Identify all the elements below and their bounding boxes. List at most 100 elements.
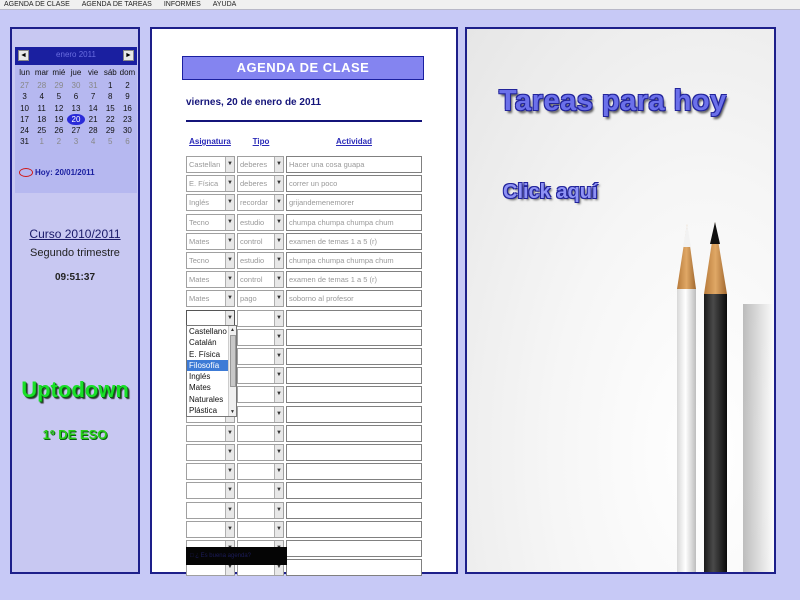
calendar-day[interactable]: 21 <box>85 114 102 125</box>
dropdown-arrow-icon[interactable]: ▼ <box>225 521 234 537</box>
type-select[interactable]: deberes ▼ <box>237 175 284 193</box>
dropdown-arrow-icon[interactable]: ▼ <box>274 521 283 537</box>
column-header-subject[interactable]: Asignatura <box>186 137 234 146</box>
menu-agenda-clase[interactable]: AGENDA DE CLASE <box>4 1 70 8</box>
dropdown-arrow-icon[interactable]: ▼ <box>274 272 283 288</box>
activity-field[interactable]: examen de temas 1 a 5 (r) <box>286 232 422 250</box>
calendar-day[interactable]: 11 <box>33 103 50 114</box>
calendar-day[interactable]: 16 <box>119 103 136 114</box>
dropdown-arrow-icon[interactable]: ▼ <box>274 425 283 441</box>
calendar-day-today[interactable]: 20 <box>67 113 85 126</box>
calendar-day[interactable]: 9 <box>119 91 136 102</box>
calendar-day[interactable]: 22 <box>102 114 119 125</box>
activity-field[interactable]: chumpa chumpa chumpa chum <box>286 252 422 269</box>
dropdown-arrow-icon[interactable]: ▼ <box>225 310 234 326</box>
dropdown-arrow-icon[interactable]: ▼ <box>274 464 283 480</box>
dropdown-arrow-icon[interactable]: ▼ <box>274 406 283 422</box>
calendar-day[interactable]: 1 <box>33 136 50 147</box>
dropdown-arrow-icon[interactable]: ▼ <box>274 445 283 460</box>
activity-field[interactable]: soborno al profesor <box>286 290 422 308</box>
dropdown-arrow-icon[interactable]: ▼ <box>225 157 234 172</box>
subject-select[interactable]: ▼ <box>186 444 235 461</box>
calendar-day[interactable]: 26 <box>50 125 67 136</box>
calendar-day[interactable]: 19 <box>50 114 67 125</box>
calendar-day[interactable]: 10 <box>16 103 33 114</box>
activity-field[interactable] <box>286 444 422 461</box>
dropdown-arrow-icon[interactable]: ▼ <box>274 253 283 268</box>
calendar-day[interactable]: 28 <box>85 125 102 136</box>
calendar-day[interactable]: 5 <box>102 136 119 147</box>
activity-field[interactable] <box>286 348 422 365</box>
subject-select[interactable]: ▼ <box>186 463 235 481</box>
type-select[interactable]: ▼ <box>237 386 284 404</box>
dropdown-arrow-icon[interactable]: ▼ <box>225 483 234 499</box>
subject-select[interactable]: E. Física ▼ <box>186 175 235 193</box>
dropdown-option[interactable]: E. Física <box>187 349 229 360</box>
activity-field[interactable] <box>286 405 422 423</box>
dropdown-arrow-icon[interactable]: ▼ <box>225 272 234 288</box>
scroll-thumb[interactable] <box>230 335 236 387</box>
dropdown-option[interactable]: Naturales <box>187 394 229 405</box>
activity-field[interactable]: correr un poco <box>286 175 422 193</box>
calendar-day[interactable]: 23 <box>119 114 136 125</box>
calendar-day[interactable]: 4 <box>85 136 102 147</box>
calendar-day[interactable]: 5 <box>50 91 67 102</box>
menu-informes[interactable]: INFORMES <box>164 1 201 8</box>
activity-field[interactable] <box>286 424 422 442</box>
dropdown-arrow-icon[interactable]: ▼ <box>274 502 283 518</box>
activity-field[interactable] <box>286 482 422 500</box>
calendar-day[interactable]: 2 <box>50 136 67 147</box>
dropdown-arrow-icon[interactable]: ▼ <box>225 425 234 441</box>
activity-field[interactable]: grijandemenemorer <box>286 194 422 212</box>
type-select[interactable]: estudio ▼ <box>237 213 284 231</box>
type-select[interactable]: ▼ <box>237 482 284 500</box>
type-select[interactable]: ▼ <box>237 444 284 461</box>
calendar-day[interactable]: 27 <box>67 125 84 136</box>
dropdown-arrow-icon[interactable]: ▼ <box>274 157 283 172</box>
calendar-day[interactable]: 2 <box>119 80 136 91</box>
feedback-button[interactable]: □ ¿ Es buena agenda? <box>186 547 287 565</box>
activity-field[interactable] <box>286 520 422 538</box>
activity-field[interactable] <box>286 386 422 404</box>
calendar-day[interactable]: 8 <box>102 91 119 102</box>
calendar-day[interactable]: 24 <box>16 125 33 136</box>
subject-select[interactable]: Mates ▼ <box>186 232 235 250</box>
chevron-left-icon[interactable]: ◄ <box>18 50 29 61</box>
activity-field[interactable] <box>286 309 422 327</box>
dropdown-option[interactable]: Catalán <box>187 337 229 348</box>
subject-select[interactable]: Inglés ▼ <box>186 194 235 212</box>
activity-field[interactable] <box>286 463 422 481</box>
calendar-day[interactable]: 28 <box>33 80 50 91</box>
calendar-day[interactable]: 14 <box>85 103 102 114</box>
click-here-link[interactable]: Click aquí <box>503 181 597 204</box>
activity-field[interactable]: examen de temas 1 a 5 (r) <box>286 271 422 289</box>
subject-select[interactable]: ▼ <box>186 424 235 442</box>
column-header-activity[interactable]: Actividad <box>286 137 422 146</box>
dropdown-arrow-icon[interactable]: ▼ <box>274 387 283 403</box>
dropdown-option[interactable]: Plástica <box>187 405 229 416</box>
type-select[interactable]: estudio ▼ <box>237 252 284 269</box>
dropdown-arrow-icon[interactable]: ▼ <box>274 214 283 230</box>
subject-select[interactable]: Tecno ▼ <box>186 252 235 269</box>
dropdown-arrow-icon[interactable]: ▼ <box>225 233 234 249</box>
type-select[interactable]: ▼ <box>237 367 284 385</box>
calendar-day[interactable]: 31 <box>85 80 102 91</box>
dropdown-option[interactable]: Mates <box>187 382 229 393</box>
dropdown-arrow-icon[interactable]: ▼ <box>274 368 283 384</box>
subject-select[interactable]: Tecno ▼ <box>186 213 235 231</box>
dropdown-arrow-icon[interactable]: ▼ <box>225 253 234 268</box>
activity-field[interactable]: Hacer una cosa guapa <box>286 156 422 173</box>
activity-field[interactable] <box>286 501 422 519</box>
calendar-day[interactable]: 17 <box>16 114 33 125</box>
type-select[interactable]: ▼ <box>237 463 284 481</box>
scroll-down-icon[interactable]: ▼ <box>229 408 236 416</box>
calendar-day[interactable]: 30 <box>119 125 136 136</box>
type-select[interactable]: ▼ <box>237 424 284 442</box>
dropdown-arrow-icon[interactable]: ▼ <box>225 214 234 230</box>
calendar-day[interactable]: 29 <box>102 125 119 136</box>
subject-select[interactable]: ▼ <box>186 501 235 519</box>
menu-agenda-tareas[interactable]: AGENDA DE TAREAS <box>82 1 152 8</box>
calendar-day[interactable]: 13 <box>67 103 84 114</box>
column-header-type[interactable]: Tipo <box>238 137 284 146</box>
calendar-day[interactable]: 30 <box>67 80 84 91</box>
